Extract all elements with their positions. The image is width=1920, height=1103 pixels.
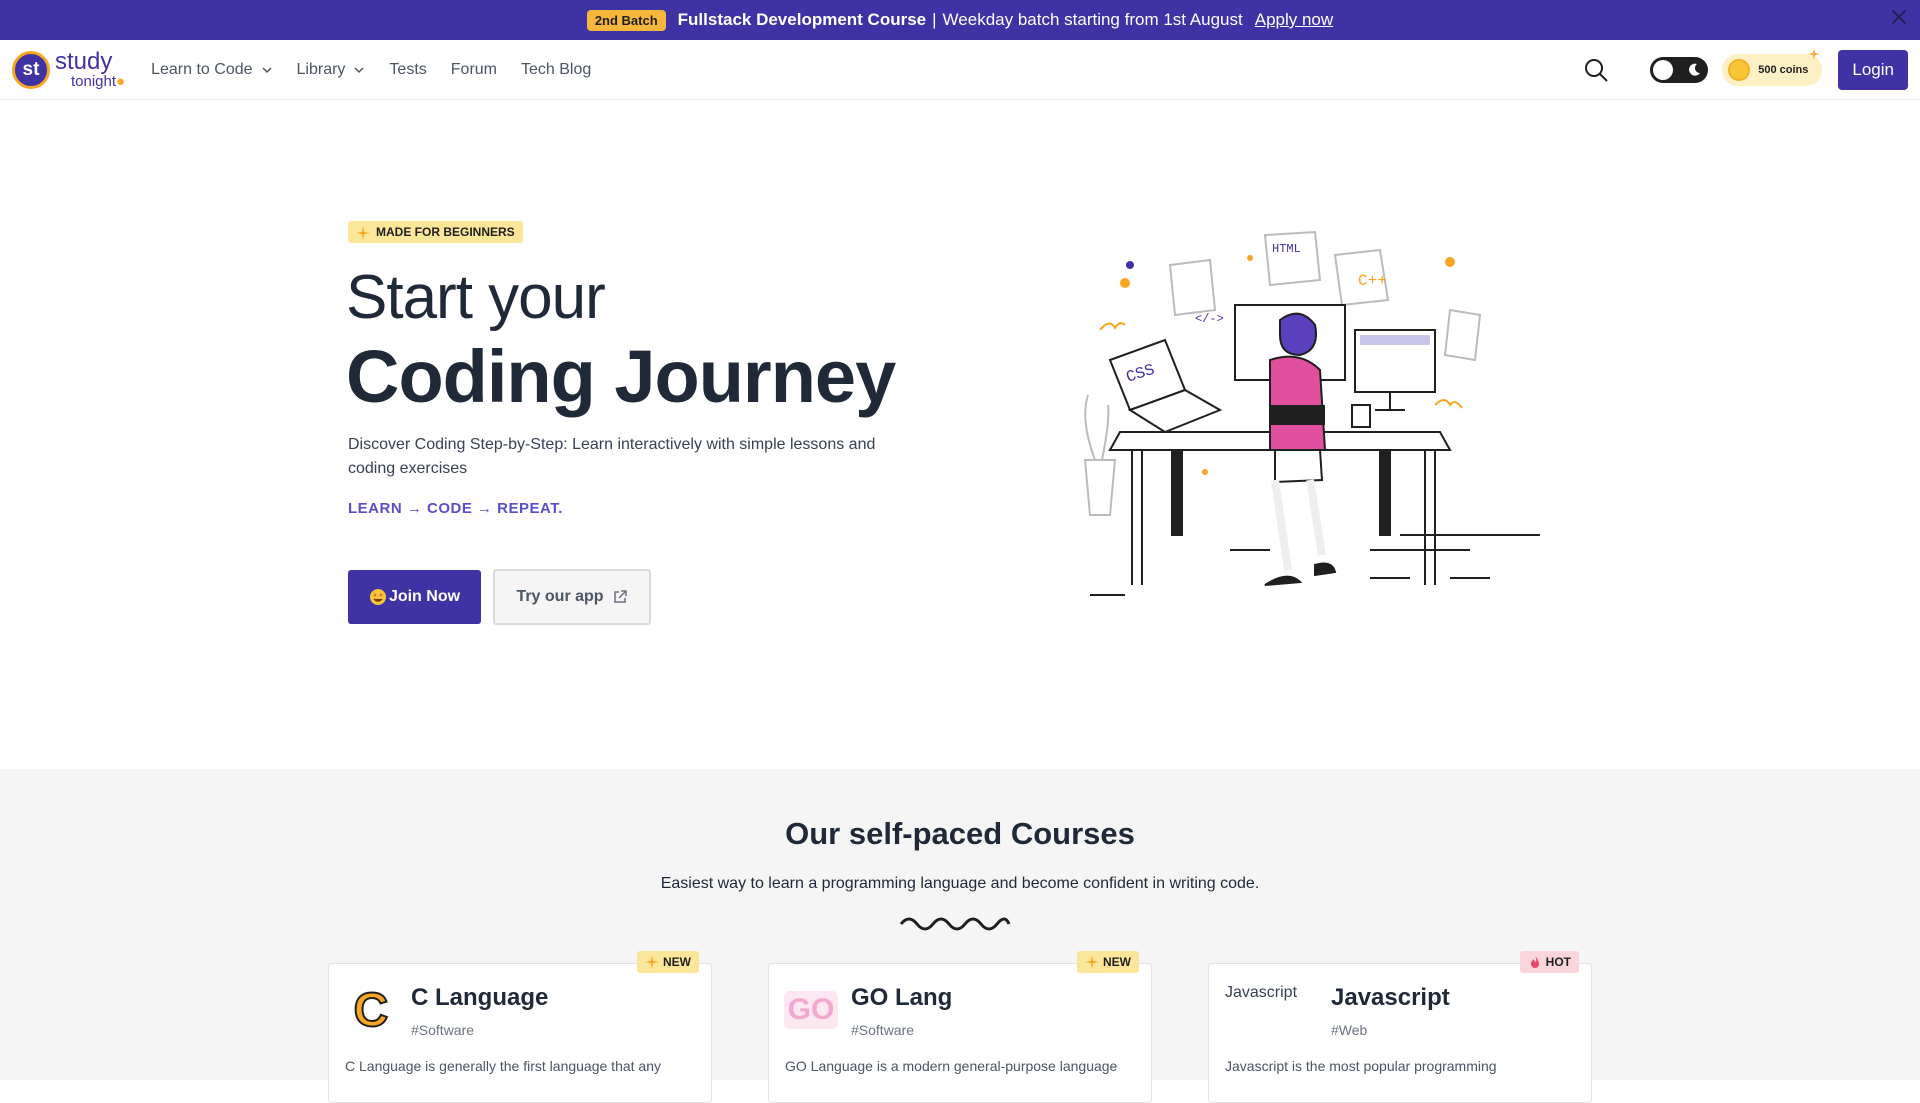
announcement-bar: 2nd Batch Fullstack Development Course |… [0, 0, 1920, 40]
external-link-icon [613, 590, 627, 603]
course-description: Javascript is the most popular programmi… [1225, 1058, 1497, 1074]
coin-icon [1728, 59, 1751, 81]
hero-description: Discover Coding Step-by-Step: Learn inte… [348, 436, 876, 477]
logo-dot-icon: ● [116, 73, 126, 90]
go-logo-text: GO [783, 991, 839, 1029]
menu-library[interactable]: Library [297, 61, 366, 79]
course-card-javascript[interactable]: HOT Javascript Javascript #Web Javascrip… [1208, 951, 1592, 1103]
menu-learn-to-code[interactable]: Learn to Code [151, 61, 272, 79]
logo-line1: study [55, 48, 113, 75]
courses-title-prefix: Our self-paced [785, 816, 1003, 851]
courses-title: Our self-paced Courses [0, 816, 1920, 852]
hot-badge-label: HOT [1545, 955, 1571, 969]
courses-title-bold: Courses [1010, 816, 1135, 851]
try-app-label: Try our app [516, 588, 604, 605]
new-badge-label: NEW [1103, 955, 1131, 969]
main-menu: Learn to Code Library Tests Forum Tech B… [151, 61, 615, 79]
beginners-badge-label: MADE FOR BEGINNERS [376, 225, 515, 239]
hero-title-line1: Start your [346, 263, 606, 332]
announcement-text: Weekday batch starting from 1st August [942, 10, 1243, 29]
course-description: GO Language is a modern general-purpose … [785, 1058, 1118, 1074]
illustration-html-label: HTML [1272, 242, 1301, 256]
courses-subtitle: Easiest way to learn a programming langu… [660, 875, 1260, 892]
moon-icon [1689, 63, 1701, 76]
sparkle-icon [356, 226, 370, 240]
new-badge: NEW [1077, 951, 1139, 973]
coding-illustration: HTML C++ CSS </-> [1083, 230, 1540, 596]
course-name: C Language [411, 984, 549, 1011]
sparkle-icon [645, 955, 659, 969]
fire-icon [1530, 956, 1539, 968]
course-card-go[interactable]: NEW GO GO Lang #Software GO Language is … [768, 951, 1152, 1103]
top-nav: st study tonight● Learn to Code Library … [0, 40, 1920, 100]
announcement-course: Fullstack Development Course [677, 10, 927, 29]
course-tag: #Software [411, 1022, 475, 1038]
try-app-button[interactable]: Try our app [493, 569, 651, 625]
close-icon[interactable] [1888, 6, 1910, 28]
menu-tests[interactable]: Tests [389, 61, 426, 79]
batch-badge: 2nd Batch [586, 9, 666, 31]
search-icon[interactable] [1582, 56, 1610, 84]
join-now-label: Join Now [388, 588, 461, 605]
course-name: Javascript [1331, 984, 1450, 1011]
theme-toggle[interactable] [1650, 57, 1709, 83]
courses-section: Our self-paced Courses Easiest way to le… [0, 769, 1920, 1103]
menu-library-label: Library [296, 60, 346, 78]
course-card-c[interactable]: NEW C C Language #Software C Language is… [328, 951, 712, 1103]
go-lang-logo: GO [783, 984, 839, 1036]
new-badge-label: NEW [663, 955, 691, 969]
hero-title-line2: Coding Journey [346, 335, 896, 418]
apply-now-link[interactable]: Apply now [1255, 10, 1333, 30]
hot-badge: HOT [1519, 951, 1579, 973]
javascript-logo-broken-image: Javascript [1225, 984, 1298, 1001]
join-now-button[interactable]: Join Now [348, 570, 481, 624]
coins-badge[interactable]: 500 coins [1722, 48, 1823, 86]
toggle-knob [1653, 60, 1674, 80]
beginners-badge: MADE FOR BEGINNERS [348, 221, 523, 243]
menu-learn-to-code-label: Learn to Code [151, 60, 253, 78]
c-language-logo: C [345, 983, 397, 1038]
chevron-down-icon [354, 66, 364, 73]
c-logo-text: C [353, 983, 390, 1038]
illustration-tag-label: </-> [1195, 312, 1224, 326]
menu-forum[interactable]: Forum [451, 61, 497, 79]
squiggle-divider-icon [899, 917, 1011, 931]
course-tag: #Web [1331, 1022, 1368, 1038]
logo-mark: st [12, 50, 50, 89]
course-tag: #Software [851, 1022, 915, 1038]
star-struck-emoji-icon [369, 589, 386, 605]
logo-line2: tonight [71, 73, 117, 90]
announcement-separator: | [932, 10, 937, 29]
site-logo[interactable]: st study tonight● [12, 50, 125, 89]
menu-tech-blog[interactable]: Tech Blog [521, 61, 591, 79]
sparkle-icon [1808, 48, 1821, 60]
illustration-cpp-label: C++ [1358, 272, 1387, 290]
course-name: GO Lang [851, 984, 953, 1011]
chevron-down-icon [261, 66, 272, 73]
new-badge: NEW [637, 951, 699, 973]
hero-tagline: LEARN → CODE → REPEAT. [348, 500, 563, 517]
login-button[interactable]: Login [1838, 50, 1908, 90]
course-description: C Language is generally the first langua… [345, 1058, 661, 1074]
sparkle-icon [1085, 955, 1099, 969]
coins-label: 500 coins [1758, 64, 1809, 76]
